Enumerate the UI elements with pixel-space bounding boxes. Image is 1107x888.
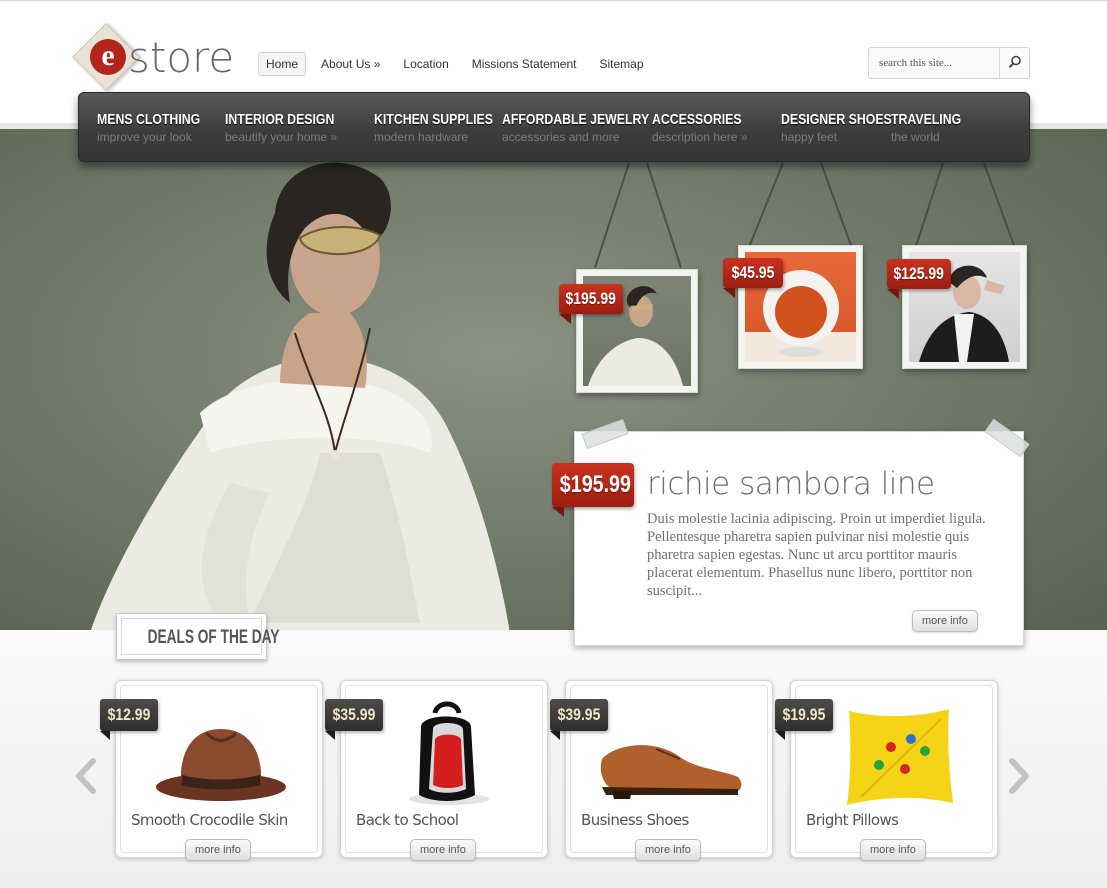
- deal-more-info-button[interactable]: more info: [635, 839, 701, 861]
- deal-price-tag: $19.95: [775, 699, 833, 740]
- deal-card-1[interactable]: Smooth Crocodile Skin $12.99 more info: [100, 680, 323, 861]
- search-input[interactable]: [869, 48, 999, 78]
- mainnav-subtitle: modern hardware: [374, 130, 469, 144]
- deal-card-title: Business Shoes: [581, 811, 689, 829]
- topnav-location[interactable]: Location: [395, 52, 456, 76]
- featured-price-tag[interactable]: $195.99: [552, 463, 634, 517]
- hanging-string: [594, 162, 630, 268]
- deals-label-text: DEALS OF THE DAY: [121, 618, 279, 655]
- mainnav-subtitle: description here »: [652, 130, 748, 144]
- mainnav-accessories[interactable]: ACCESSORIES description here »: [652, 111, 761, 145]
- deal-price-tag: $39.95: [550, 699, 608, 740]
- shoe-image: [600, 745, 742, 799]
- backpack-image: [409, 701, 489, 805]
- topnav-about-us[interactable]: About Us »: [313, 52, 388, 76]
- deal-card-4[interactable]: Bright Pillows $19.95 more info: [775, 680, 998, 861]
- thumb-price-tag-2[interactable]: $45.95: [723, 258, 783, 298]
- featured-more-info-button[interactable]: more info: [912, 610, 978, 632]
- featured-product-title: richie sambora line: [647, 466, 935, 502]
- deal-card-3[interactable]: Business Shoes $39.95 more info: [550, 680, 773, 861]
- deal-price-tag: $35.99: [325, 699, 383, 740]
- search-button[interactable]: [999, 48, 1029, 78]
- thumb-price-tag-3[interactable]: $125.99: [887, 259, 951, 299]
- deal-card-title: Bright Pillows: [806, 811, 899, 829]
- hanging-string: [820, 162, 853, 248]
- topnav-sitemap[interactable]: Sitemap: [591, 52, 651, 76]
- deals-of-the-day-label: DEALS OF THE DAY: [116, 613, 279, 660]
- logo-letter: e: [90, 39, 126, 75]
- mainnav-title: INTERIOR DESIGN: [225, 111, 335, 128]
- mainnav-traveling[interactable]: TRAVELING the world: [891, 111, 977, 145]
- mainnav-mens-clothing[interactable]: MENS CLOTHING improve your look: [97, 111, 223, 145]
- mainnav-title: MENS CLOTHING: [97, 111, 201, 128]
- main-navigation: MENS CLOTHING improve your look INTERIOR…: [78, 92, 1030, 162]
- mainnav-title: DESIGNER SHOES: [781, 111, 892, 128]
- thumb-price-tag-1[interactable]: $195.99: [559, 284, 623, 324]
- featured-product-panel: richie sambora line Duis molestie lacini…: [574, 418, 1030, 646]
- deal-price-tag: $12.99: [100, 699, 158, 740]
- search-box: [868, 47, 1030, 79]
- mainnav-interior-design[interactable]: INTERIOR DESIGN beautify your home »: [225, 111, 358, 145]
- mainnav-title: KITCHEN SUPPLIES: [374, 111, 493, 128]
- mainnav-title: ACCESSORIES: [652, 111, 742, 128]
- hero-model-image: [91, 162, 510, 630]
- deal-card-2[interactable]: Back to School $35.99 more info: [325, 680, 548, 861]
- topnav-home[interactable]: Home: [258, 52, 307, 76]
- hanging-string: [983, 162, 1016, 248]
- pillow-image: [847, 709, 953, 805]
- hanging-string: [748, 162, 784, 247]
- hat-image: [156, 729, 286, 801]
- featured-product-description: Duis molestie lacinia adipiscing. Proin …: [647, 511, 986, 599]
- mainnav-subtitle: beautify your home »: [225, 130, 338, 144]
- deal-more-info-button[interactable]: more info: [860, 839, 926, 861]
- hanging-string: [914, 162, 944, 249]
- mainnav-subtitle: improve your look: [97, 130, 192, 144]
- deal-more-info-button[interactable]: more info: [410, 839, 476, 861]
- hanging-string: [646, 162, 682, 268]
- deal-more-info-button[interactable]: more info: [185, 839, 251, 861]
- mainnav-kitchen-supplies[interactable]: KITCHEN SUPPLIES modern hardware: [374, 111, 519, 145]
- mainnav-title: AFFORDABLE JEWELRY: [502, 111, 650, 128]
- site-logo[interactable]: e store: [72, 23, 244, 91]
- topnav-missions-statement[interactable]: Missions Statement: [464, 52, 585, 76]
- mainnav-title: TRAVELING: [891, 111, 962, 128]
- mainnav-subtitle: the world: [891, 130, 940, 144]
- search-icon: [1008, 55, 1021, 68]
- carousel-prev-arrow-icon[interactable]: [73, 758, 99, 794]
- deal-card-title: Back to School: [356, 811, 459, 829]
- top-navigation: Home About Us » Location Missions Statem…: [258, 52, 659, 76]
- logo-text: store: [128, 33, 235, 82]
- carousel-next-arrow-icon[interactable]: [1006, 758, 1032, 794]
- deal-card-title: Smooth Crocodile Skin: [131, 811, 288, 829]
